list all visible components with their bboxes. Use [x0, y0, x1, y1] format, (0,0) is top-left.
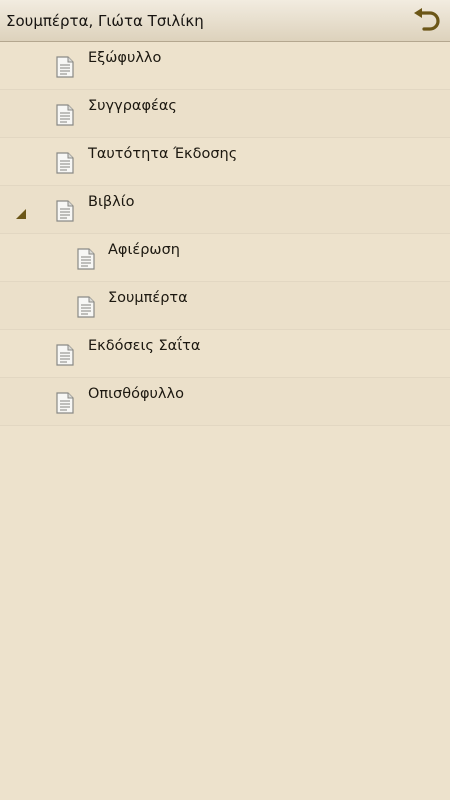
- app-header: Σουμπέρτα, Γιώτα Τσιλίκη: [0, 0, 450, 42]
- toc-item-label: Εκδόσεις Σαΐτα: [88, 338, 201, 354]
- toc-item-label: Οπισθόφυλλο: [88, 386, 184, 402]
- document-icon: [56, 104, 74, 126]
- toc-item-author[interactable]: Συγγραφέας: [0, 90, 450, 138]
- document-icon: [77, 248, 95, 270]
- toc-item-back-cover[interactable]: Οπισθόφυλλο: [0, 378, 450, 426]
- toc-item-label: Ταυτότητα Έκδοσης: [88, 146, 238, 162]
- toc-item-label: Βιβλίο: [88, 194, 135, 210]
- document-icon: [56, 152, 74, 174]
- toc-item-label: Σουμπέρτα: [108, 290, 188, 306]
- toc-item-label: Συγγραφέας: [88, 98, 177, 114]
- undo-arrow-icon: [414, 8, 440, 31]
- toc-item-dedication[interactable]: Αφιέρωση: [0, 234, 450, 282]
- document-icon: [56, 56, 74, 78]
- back-button[interactable]: [410, 4, 444, 38]
- document-icon: [56, 200, 74, 222]
- toc-item-label: Εξώφυλλο: [88, 50, 162, 66]
- toc-item-soumperta[interactable]: Σουμπέρτα: [0, 282, 450, 330]
- toc-item-book[interactable]: Βιβλίο: [0, 186, 450, 234]
- document-icon: [77, 296, 95, 318]
- expanded-triangle-icon[interactable]: [15, 208, 27, 220]
- table-of-contents: Εξώφυλλο Συγγραφέας Ταυτότητα Έκδοσης Βι…: [0, 42, 450, 426]
- document-icon: [56, 344, 74, 366]
- toc-item-cover[interactable]: Εξώφυλλο: [0, 42, 450, 90]
- document-icon: [56, 392, 74, 414]
- toc-item-label: Αφιέρωση: [108, 242, 180, 258]
- toc-item-edition-identity[interactable]: Ταυτότητα Έκδοσης: [0, 138, 450, 186]
- book-title: Σουμπέρτα, Γιώτα Τσιλίκη: [6, 12, 204, 30]
- toc-item-publisher[interactable]: Εκδόσεις Σαΐτα: [0, 330, 450, 378]
